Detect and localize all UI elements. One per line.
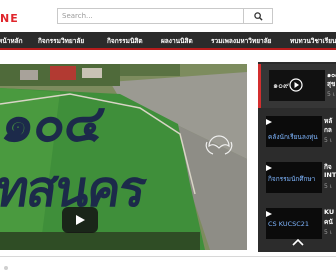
search-box xyxy=(57,8,244,24)
main-video-player[interactable]: ๑๐๔ ทสนคร xyxy=(0,64,247,250)
playlist-item[interactable]: ๑๐๙ ๑๐๙ สุข 5 เ xyxy=(258,64,336,108)
carousel-dot[interactable] xyxy=(4,266,8,270)
video-play-button[interactable] xyxy=(62,207,98,233)
playlist-thumbnail: CS KUCSC21 xyxy=(266,208,322,239)
playlist-item-meta: 5 เ xyxy=(327,91,335,98)
playlist-item[interactable]: คลังนักเรียนลงหุ่น หลั กล 5 เ xyxy=(258,110,336,154)
playlist-item-meta: 5 เ xyxy=(324,137,332,144)
playlist-scroll-up-icon[interactable] xyxy=(288,236,308,248)
play-icon xyxy=(76,215,85,225)
thumbnail-caption: CS KUCSC21 xyxy=(268,220,310,228)
playlist-item[interactable]: กิจกรรมนักศึกษา กิจ INT 5 เ xyxy=(258,156,336,200)
playlist-thumbnail: คลังนักเรียนลงหุ่น xyxy=(266,116,322,147)
thumbnail-caption: คลังนักเรียนลงหุ่น xyxy=(268,133,318,141)
nav-item-home[interactable]: หน้าหลัก xyxy=(0,36,23,46)
playlist-item-title-2: INT xyxy=(324,171,336,179)
nav-item-review-lessons[interactable]: ทบทวนวิชาเรียน xyxy=(290,36,336,46)
playlist-item-title-2: กล xyxy=(324,126,332,134)
play-small-icon xyxy=(266,165,272,171)
search-icon xyxy=(253,11,263,21)
page: NE หน้าหลัก กิจกรรมวิทยาลัย กิจกรรมนิสิต… xyxy=(0,0,336,274)
svg-text:๑๐๙: ๑๐๙ xyxy=(273,81,289,90)
section-divider xyxy=(0,256,336,257)
nav-item-student-works[interactable]: ผลงานนิสิต xyxy=(161,36,193,46)
search-button[interactable] xyxy=(244,8,273,24)
nav-item-student-activities[interactable]: กิจกรรมนิสิต xyxy=(107,36,143,46)
play-small-icon xyxy=(266,119,272,125)
formation-text-top: ๑๐๔ xyxy=(0,94,108,154)
playlist-item-meta: 5 เ xyxy=(324,183,332,190)
video-playlist: ๑๐๙ ๑๐๙ สุข 5 เ คลังนักเรียนลงหุ่น หลั ก… xyxy=(258,62,336,252)
play-circle-icon xyxy=(289,78,303,92)
play-small-icon xyxy=(266,211,272,217)
main-nav: หน้าหลัก กิจกรรมวิทยาลัย กิจกรรมนิสิต ผล… xyxy=(0,32,336,50)
playlist-item-meta: 5 เ xyxy=(324,229,332,236)
site-header: NE xyxy=(0,0,336,32)
site-logo-text[interactable]: NE xyxy=(0,12,19,25)
playlist-item-title-2: สุข xyxy=(327,80,336,88)
search-input[interactable] xyxy=(58,9,243,23)
channel-watermark-icon xyxy=(205,135,233,155)
playlist-item-title-2: คนั xyxy=(324,218,333,226)
playlist-thumbnail: ๑๐๙ xyxy=(269,70,325,101)
playlist-thumbnail: กิจกรรมนักศึกษา xyxy=(266,162,322,193)
nav-item-university-songs[interactable]: รวมเพลงมหาวิทยาลัย xyxy=(211,36,272,46)
thumbnail-caption: กิจกรรมนักศึกษา xyxy=(268,175,316,183)
nav-item-college-activities[interactable]: กิจกรรมวิทยาลัย xyxy=(38,36,84,46)
playlist-item-title: KU xyxy=(324,208,335,216)
